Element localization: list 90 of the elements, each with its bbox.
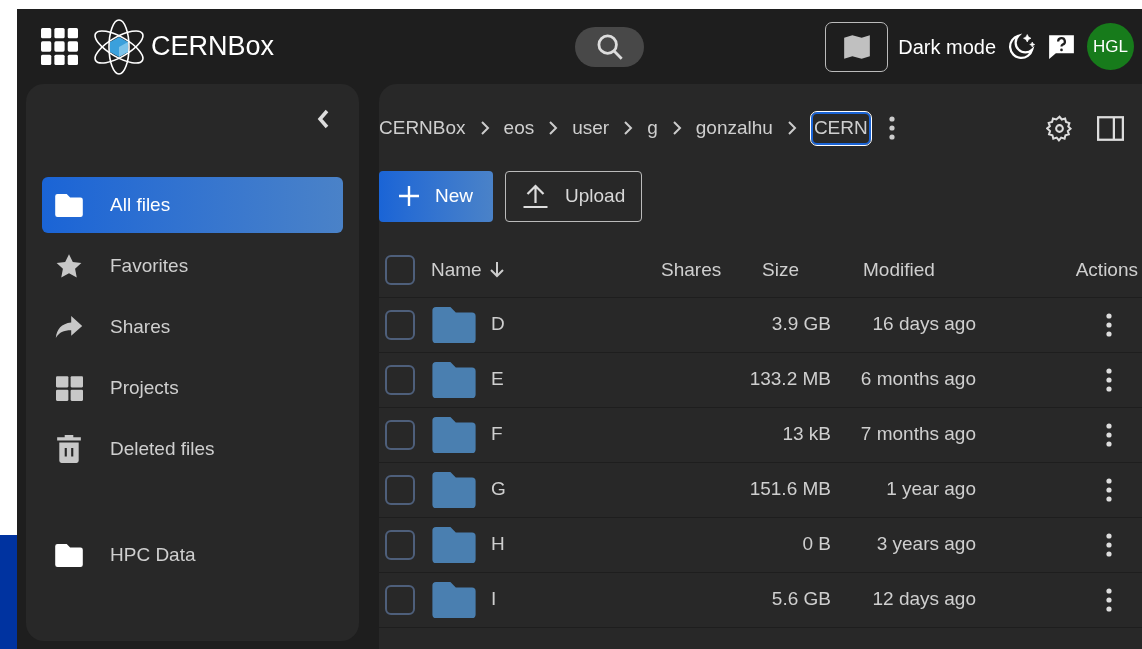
logo-text: CERNBox [151,30,275,64]
upload-icon [522,183,549,209]
map-icon [842,32,871,61]
column-header[interactable]: Size [762,258,799,280]
sidebar-item[interactable]: Shares [42,299,343,355]
sidebar-item[interactable]: Deleted files [42,421,343,477]
row-checkbox[interactable] [385,584,415,615]
file-name[interactable]: H [491,530,601,559]
modified-cell-text: 1 year ago [885,477,976,502]
size-cell-text: 0 B [801,532,831,557]
side-panel-icon[interactable] [1097,115,1124,141]
grid-icon [55,375,83,401]
modified-cell-text: 12 days ago [871,587,976,612]
file-name[interactable]: G [491,475,601,504]
breadcrumb-link[interactable]: g [647,114,658,143]
breadcrumb-link[interactable]: gonzalhu [695,114,773,143]
kebab-menu-icon[interactable] [1106,422,1112,447]
file-row[interactable]: I 5.6 GB 12 days ago [379,572,1142,628]
file-name[interactable]: D [491,310,601,339]
folder-icon [431,471,477,508]
collapse-chevron-icon[interactable] [315,108,331,130]
kebab-menu-icon[interactable] [1106,587,1112,612]
folder-icon [431,526,477,563]
sidebar-item[interactable]: All files [42,177,343,233]
size-cell-text: 13 kB [781,422,831,447]
new-button[interactable]: New [379,170,493,222]
file-row[interactable]: G 151.6 MB 1 year ago [379,462,1142,518]
chevron-right-icon [548,120,559,137]
sidebar-item[interactable]: HPC Data [42,527,343,583]
file-row[interactable]: F 13 kB 7 months ago [379,407,1142,463]
chevron-right-icon [786,120,797,137]
trash-icon [56,435,82,463]
breadcrumb-link[interactable]: user [572,114,610,143]
breadcrumb-link[interactable]: CERNBox [379,114,466,143]
breadcrumb-link[interactable]: eos [503,114,535,143]
row-checkbox[interactable] [385,474,415,505]
size-cell-text: 5.6 GB [770,587,831,612]
row-checkbox[interactable] [385,364,415,395]
file-row[interactable]: E 133.2 MB 6 months ago [379,352,1142,408]
folder-icon [431,306,477,343]
dark-mode-label: Dark mode [898,34,996,60]
star-icon [55,252,83,280]
map-button[interactable] [825,21,889,72]
help-icon[interactable] [1048,33,1075,60]
user-avatar[interactable]: HGL [1087,23,1134,70]
folder-icon [55,543,83,567]
select-all-checkbox[interactable] [385,255,415,285]
chevron-right-icon [671,120,682,137]
column-header[interactable]: Shares [661,258,722,280]
folder-icon [431,361,477,398]
kebab-menu-icon[interactable] [1106,312,1112,337]
upload-button[interactable]: Upload [505,170,643,222]
kebab-menu-icon[interactable] [1106,367,1112,392]
file-name[interactable]: F [491,420,601,449]
moon-stars-icon[interactable] [1006,31,1036,62]
row-checkbox[interactable] [385,419,415,450]
column-header[interactable]: Name [431,255,482,285]
sidebar-item[interactable]: Projects [42,360,343,416]
atom-logo-icon [93,17,145,76]
row-checkbox[interactable] [385,529,415,560]
apps-grid-icon[interactable] [41,28,78,65]
kebab-menu-icon[interactable] [1106,477,1112,502]
search-button[interactable] [575,26,645,67]
modified-cell-text: 16 days ago [871,312,976,337]
row-checkbox[interactable] [385,309,415,340]
sidebar-item[interactable]: Favorites [42,238,343,294]
size-cell-text: 133.2 MB [748,367,831,392]
breadcrumb-link[interactable]: CERN [810,112,871,145]
settings-icon[interactable] [1046,114,1073,142]
kebab-menu-icon[interactable] [1106,532,1112,557]
chevron-right-icon [479,120,490,137]
file-name[interactable]: I [491,585,601,614]
size-cell-text: 151.6 MB [748,477,831,502]
kebab-menu-icon[interactable] [888,116,895,141]
chevron-right-icon [623,120,634,137]
search-icon [595,32,624,61]
size-cell-text: 3.9 GB [770,312,831,337]
column-header[interactable]: Actions [1075,258,1138,280]
share-arrow-icon [55,316,83,338]
modified-cell-text: 6 months ago [859,367,976,392]
column-header[interactable]: Modified [863,258,935,280]
file-name[interactable]: E [491,365,601,394]
file-row[interactable]: D 3.9 GB 16 days ago [379,297,1142,353]
modified-cell-text: 7 months ago [859,422,976,447]
plus-icon [399,186,419,206]
folder-icon [431,416,477,453]
folder-icon [55,193,83,217]
modified-cell-text: 3 years ago [875,532,976,557]
file-row[interactable]: H 0 B 3 years ago [379,517,1142,573]
folder-icon [431,581,477,618]
